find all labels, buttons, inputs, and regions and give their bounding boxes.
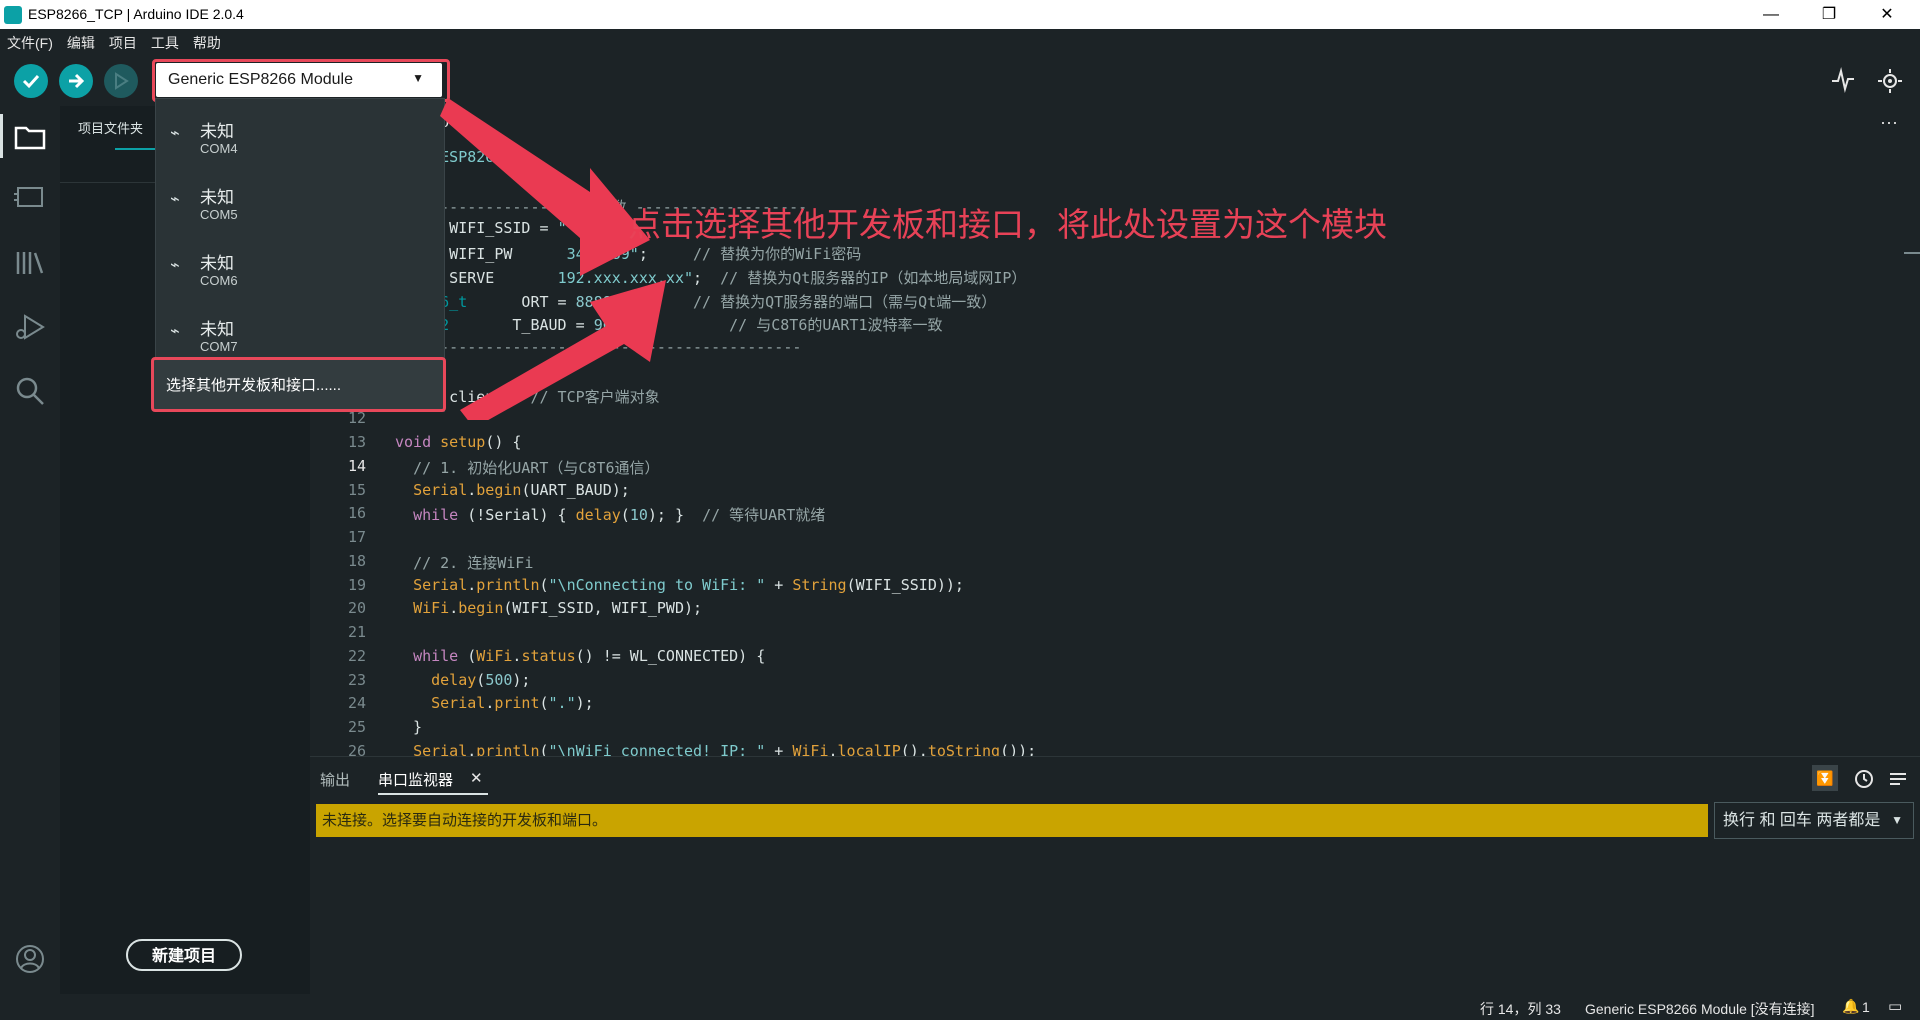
tab-serial-monitor[interactable]: 串口监视器 <box>378 769 453 790</box>
line-number: 13 <box>347 433 366 451</box>
minimize-button[interactable]: — <box>1748 3 1794 27</box>
port-name: 未知 <box>200 122 234 141</box>
autoscroll-icon[interactable]: ⏬ <box>1812 765 1838 791</box>
line-number: 16 <box>347 504 366 523</box>
menu-tools[interactable]: 工具 <box>144 29 186 53</box>
tab-output[interactable]: 输出 <box>320 769 350 790</box>
title-bar: ESP8266_TCP | Arduino IDE 2.0.4 — ❐ ✕ <box>0 0 1920 29</box>
line-number: 15 <box>347 480 366 499</box>
board-selector-label: Generic ESP8266 Module <box>168 71 353 88</box>
line-number: 17 <box>347 528 366 546</box>
output-panel: 输出 串口监视器 ✕ ⏬ <box>310 756 1920 995</box>
sketchbook-folder-icon[interactable] <box>13 120 47 154</box>
code-line: Serial.print("."); <box>431 694 594 713</box>
active-indicator <box>0 114 3 158</box>
usb-icon: ⌁ <box>170 323 180 340</box>
other-board-highlight <box>151 357 446 412</box>
code-line: Serial.println("\nConnecting to WiFi: " … <box>413 575 964 594</box>
account-icon[interactable] <box>13 942 47 976</box>
notification-count: 1 <box>1862 999 1870 1015</box>
restore-button[interactable]: ❐ <box>1806 3 1852 27</box>
line-ending-label: 换行 和 回车 两者都是 <box>1723 812 1881 829</box>
port-item-com6[interactable]: ⌁ 未知 COM6 <box>156 237 444 303</box>
line-number: 22 <box>347 646 366 665</box>
debug-run-icon[interactable] <box>13 310 47 344</box>
line-number: 19 <box>347 575 366 594</box>
verify-button[interactable] <box>14 64 48 98</box>
toggle-panel-icon[interactable]: ▭ <box>1888 997 1902 1015</box>
port-name: 未知 <box>200 320 234 339</box>
annotation-arrows <box>440 98 666 420</box>
clear-output-icon[interactable] <box>1888 769 1908 789</box>
caret-down-icon: ▼ <box>412 71 424 85</box>
port-label: COM6 <box>200 273 238 288</box>
port-label: COM7 <box>200 339 238 354</box>
sidebar-header: 项目文件夹 <box>78 121 144 136</box>
code-line: WiFi.begin(WIFI_SSID, WIFI_PWD); <box>413 599 703 618</box>
annotation-text: 点击选择其他开发板和接口，将此处设置为这个模块 <box>628 205 1387 244</box>
boards-manager-icon[interactable] <box>13 180 47 214</box>
window-title: ESP8266_TCP | Arduino IDE 2.0.4 <box>28 6 244 22</box>
port-item-com5[interactable]: ⌁ 未知 COM5 <box>156 171 444 237</box>
line-number: 14 <box>347 456 366 475</box>
not-connected-warning: 未连接。选择要自动连接的开发板和端口。 <box>316 804 1708 837</box>
code-line: while (WiFi.status() != WL_CONNECTED) { <box>413 646 766 665</box>
line-number: 20 <box>347 599 366 618</box>
timestamp-clock-icon[interactable] <box>1854 769 1874 789</box>
status-board[interactable]: Generic ESP8266 Module [没有连接] <box>1585 999 1815 1019</box>
code-line: while (!Serial) { delay(10); } // 等待UART… <box>413 506 826 525</box>
menu-edit[interactable]: 编辑 <box>60 29 102 53</box>
search-icon[interactable] <box>13 374 47 408</box>
caret-down-icon: ▼ <box>1891 813 1903 827</box>
usb-icon: ⌁ <box>170 191 180 208</box>
menu-file[interactable]: 文件(F) <box>0 29 60 53</box>
new-project-button[interactable]: 新建项目 <box>126 939 242 971</box>
board-selector[interactable]: Generic ESP8266 Module ▼ <box>156 63 442 97</box>
arrow-right-icon <box>69 73 85 89</box>
upload-button[interactable] <box>59 64 93 98</box>
code-line: Serial.begin(UART_BAUD); <box>413 480 630 499</box>
usb-icon: ⌁ <box>170 125 180 142</box>
port-item-com4[interactable]: ⌁ 未知 COM4 <box>156 105 444 171</box>
menu-help[interactable]: 帮助 <box>186 29 228 53</box>
active-tab-underline <box>378 793 488 795</box>
menu-sketch[interactable]: 项目 <box>102 29 144 53</box>
debug-icon <box>115 72 129 90</box>
activity-bar <box>0 106 60 994</box>
line-number: 23 <box>347 670 366 689</box>
code-line: // 2. 连接WiFi <box>413 553 534 572</box>
code-line: void setup() { <box>395 433 522 451</box>
serial-monitor-icon[interactable] <box>1876 67 1904 95</box>
code-line: // 1. 初始化UART（与C8T6通信） <box>413 458 660 477</box>
serial-plotter-icon[interactable] <box>1830 67 1856 93</box>
status-bar: 行 14，列 33 Generic ESP8266 Module [没有连接] … <box>0 994 1920 1020</box>
line-ending-select[interactable]: 换行 和 回车 两者都是 ▼ <box>1714 802 1914 839</box>
usb-icon: ⌁ <box>170 257 180 274</box>
library-manager-icon[interactable] <box>13 246 47 280</box>
line-number: 24 <box>347 694 366 713</box>
arduino-app-icon <box>4 6 22 24</box>
bell-icon[interactable]: 🔔 <box>1842 998 1859 1015</box>
line-number: 21 <box>347 623 366 641</box>
port-name: 未知 <box>200 188 234 207</box>
menu-bar: 文件(F) 编辑 项目 工具 帮助 <box>0 29 1920 54</box>
port-name: 未知 <box>200 254 234 273</box>
debug-button[interactable] <box>104 64 138 98</box>
code-line: } <box>395 718 423 736</box>
cursor-position: 行 14，列 33 <box>1480 1001 1561 1017</box>
code-line: delay(500); <box>431 670 531 689</box>
port-label: COM5 <box>200 207 238 222</box>
port-label: COM4 <box>200 141 238 156</box>
line-number: 25 <box>347 718 366 736</box>
close-window-button[interactable]: ✕ <box>1864 3 1910 27</box>
scrollbar-marker <box>1904 252 1920 254</box>
check-icon <box>22 74 40 89</box>
tab-close-icon[interactable]: ✕ <box>470 769 483 787</box>
line-number: 18 <box>347 551 366 570</box>
more-actions-icon[interactable]: ··· <box>1880 112 1898 133</box>
